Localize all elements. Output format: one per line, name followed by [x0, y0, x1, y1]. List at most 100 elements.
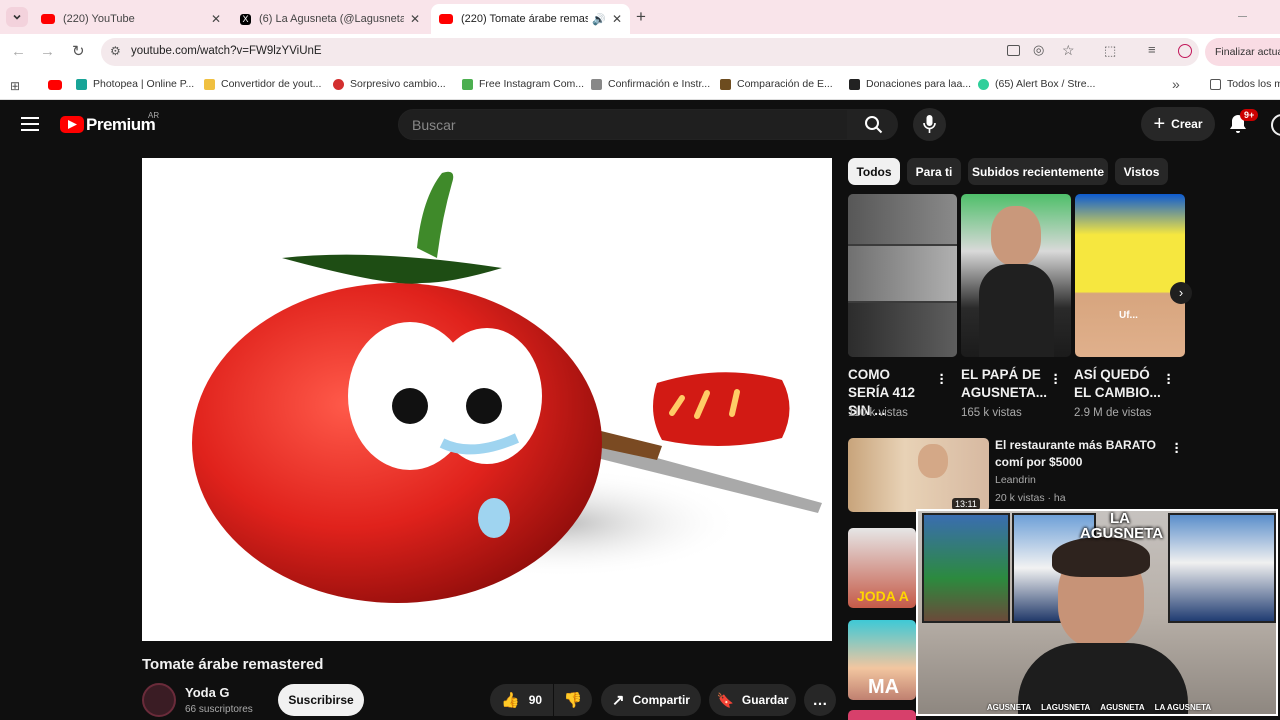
- site-settings-icon[interactable]: ⚙: [110, 44, 121, 58]
- person-figure: [991, 206, 1041, 266]
- avatar[interactable]: [1271, 114, 1280, 136]
- shelf-video-views: 2.9 M de vistas: [1074, 407, 1152, 419]
- shelf-thumbnail[interactable]: Uf...: [1075, 194, 1185, 357]
- install-icon[interactable]: [1007, 45, 1020, 56]
- youtube-icon: [439, 14, 453, 24]
- youtube-bookmark-icon[interactable]: [48, 80, 62, 90]
- recommended-thumbnail[interactable]: [848, 710, 916, 720]
- new-tab-button[interactable]: +: [636, 7, 646, 27]
- recommended-thumbnail[interactable]: JODA A: [848, 528, 916, 608]
- news-icon: [333, 78, 344, 90]
- address-bar-row: ← → ↻ ⚙ youtube.com/watch?v=FW9lzYViUnE …: [0, 34, 1280, 70]
- subscribe-button[interactable]: Suscribirse: [278, 684, 364, 716]
- chip-recently-uploaded[interactable]: Subidos recientemente: [968, 158, 1108, 185]
- shelf-thumbnail[interactable]: [961, 194, 1071, 357]
- bookmark-item[interactable]: Sorpresivo cambio...: [333, 78, 446, 90]
- bookmark-item[interactable]: Donaciones para laa...: [849, 78, 971, 90]
- plus-icon: +: [1153, 112, 1166, 135]
- video-frame[interactable]: [142, 158, 832, 641]
- close-tab-icon[interactable]: ✕: [211, 12, 221, 26]
- recommended-thumbnail[interactable]: 13:11: [848, 438, 989, 512]
- notifications-button[interactable]: 9+: [1228, 109, 1259, 137]
- search-input[interactable]: Buscar: [412, 117, 456, 133]
- more-options-icon[interactable]: · · ·: [1172, 437, 1182, 460]
- chip-for-you[interactable]: Para ti: [907, 158, 961, 185]
- compare-icon: [720, 78, 731, 90]
- chip-label: Todos: [856, 164, 892, 179]
- tab-search-button[interactable]: [6, 7, 28, 27]
- browser-tab-active[interactable]: (220) Tomate árabe remaste 🔊 ✕: [431, 4, 630, 34]
- share-button[interactable]: ↗ Compartir: [601, 684, 701, 716]
- bookmark-item[interactable]: Free Instagram Com...: [462, 78, 584, 90]
- subscriber-count: 66 suscriptores: [185, 704, 253, 715]
- all-bookmarks-folder[interactable]: Todos los m: [1210, 78, 1280, 90]
- save-button[interactable]: 🔖 Guardar: [709, 684, 796, 716]
- profile-icon[interactable]: [1178, 44, 1192, 58]
- bookmark-label: Donaciones para laa...: [866, 78, 972, 90]
- chip-all[interactable]: Todos: [848, 158, 900, 185]
- chip-watched[interactable]: Vistos: [1115, 158, 1168, 185]
- recommended-thumbnail[interactable]: MA: [848, 620, 916, 700]
- speaker-icon[interactable]: 🔊: [592, 13, 606, 26]
- notification-badge: 9+: [1240, 109, 1259, 121]
- logo-text: Premium: [86, 115, 156, 134]
- back-icon[interactable]: ←: [11, 43, 26, 60]
- more-bookmarks-button[interactable]: »: [1172, 76, 1180, 92]
- donation-icon: [849, 78, 860, 90]
- more-options-icon[interactable]: · · ·: [1051, 368, 1061, 391]
- bookmark-item[interactable]: Comparación de E...: [720, 78, 833, 90]
- close-tab-icon[interactable]: ✕: [612, 12, 622, 26]
- menu-icon[interactable]: [21, 116, 39, 131]
- photopea-icon: [76, 78, 87, 90]
- create-button[interactable]: + Crear: [1141, 107, 1215, 141]
- shelf-next-button[interactable]: ›: [1170, 282, 1192, 304]
- bookmark-label: Free Instagram Com...: [479, 78, 585, 90]
- chip-label: Para ti: [915, 164, 953, 179]
- collage-panel: [848, 303, 957, 357]
- browser-tab-youtube[interactable]: (220) YouTube ✕: [33, 4, 229, 34]
- bookmark-item[interactable]: Convertidor de yout...: [204, 78, 321, 90]
- more-options-icon[interactable]: · · ·: [1164, 368, 1174, 391]
- forward-icon[interactable]: →: [40, 43, 55, 60]
- bookmark-label: Comparación de E...: [737, 78, 833, 90]
- url-text[interactable]: youtube.com/watch?v=FW9lzYViUnE: [131, 45, 322, 57]
- media-icon[interactable]: ≡: [1148, 42, 1156, 57]
- search-box[interactable]: Buscar: [398, 109, 848, 140]
- social-handles: AGUSNETA LAGUSNETA AGUSNETA LA AGUSNETA: [918, 698, 1276, 714]
- shelf-video-title[interactable]: ASÍ QUEDÓ EL CAMBIO...: [1074, 366, 1162, 402]
- dislike-button[interactable]: 👎: [554, 684, 592, 716]
- finish-update-button[interactable]: Finalizar actual: [1205, 38, 1280, 66]
- extensions-icon[interactable]: ⬚: [1104, 43, 1116, 59]
- recommended-channel[interactable]: Leandrin: [995, 474, 1036, 486]
- search-button[interactable]: [848, 109, 898, 140]
- minimize-icon[interactable]: [1238, 16, 1247, 17]
- folder-icon: [204, 78, 215, 90]
- reload-icon[interactable]: ↻: [72, 42, 85, 60]
- close-tab-icon[interactable]: ✕: [410, 12, 420, 26]
- bookmark-label: Photopea | Online P...: [93, 78, 195, 90]
- voice-search-button[interactable]: [913, 108, 946, 141]
- more-actions-button[interactable]: …: [804, 684, 836, 716]
- channel-avatar[interactable]: [142, 683, 176, 717]
- shelf-video-title[interactable]: EL PAPÁ DE AGUSNETA...: [961, 366, 1047, 402]
- x-icon: X: [240, 13, 251, 25]
- eye-off-icon[interactable]: ◎: [1033, 42, 1044, 58]
- like-button[interactable]: 👍 90: [490, 684, 553, 716]
- more-options-icon[interactable]: · · ·: [937, 368, 947, 391]
- shelf-thumbnail[interactable]: [848, 194, 957, 357]
- thumb-caption: JODA A: [857, 588, 909, 604]
- bookmark-item[interactable]: Confirmación e Instr...: [591, 78, 710, 90]
- channel-name[interactable]: Yoda G: [185, 685, 230, 700]
- bookmark-item[interactable]: (65) Alert Box / Stre...: [978, 78, 1095, 90]
- recommended-meta: 20 k vistas · ha: [995, 492, 1066, 504]
- microphone-icon: [923, 115, 936, 133]
- omnibox[interactable]: ⚙ youtube.com/watch?v=FW9lzYViUnE ◎ ☆ ⬚ …: [101, 38, 1199, 66]
- bookmark-item[interactable]: Photopea | Online P...: [76, 78, 194, 90]
- folder-icon: [1210, 78, 1221, 90]
- apps-grid-icon[interactable]: ⊞: [10, 79, 20, 93]
- browser-tab-x[interactable]: X (6) La Agusneta (@Lagusneta) / ✕: [232, 4, 428, 34]
- bookmark-star-icon[interactable]: ☆: [1062, 42, 1075, 59]
- tomato-illustration: [192, 171, 822, 603]
- recommended-title[interactable]: El restaurante más BARATO comí por $5000: [995, 437, 1160, 471]
- youtube-header: Premium AR Buscar + Crear 9+: [0, 101, 1280, 147]
